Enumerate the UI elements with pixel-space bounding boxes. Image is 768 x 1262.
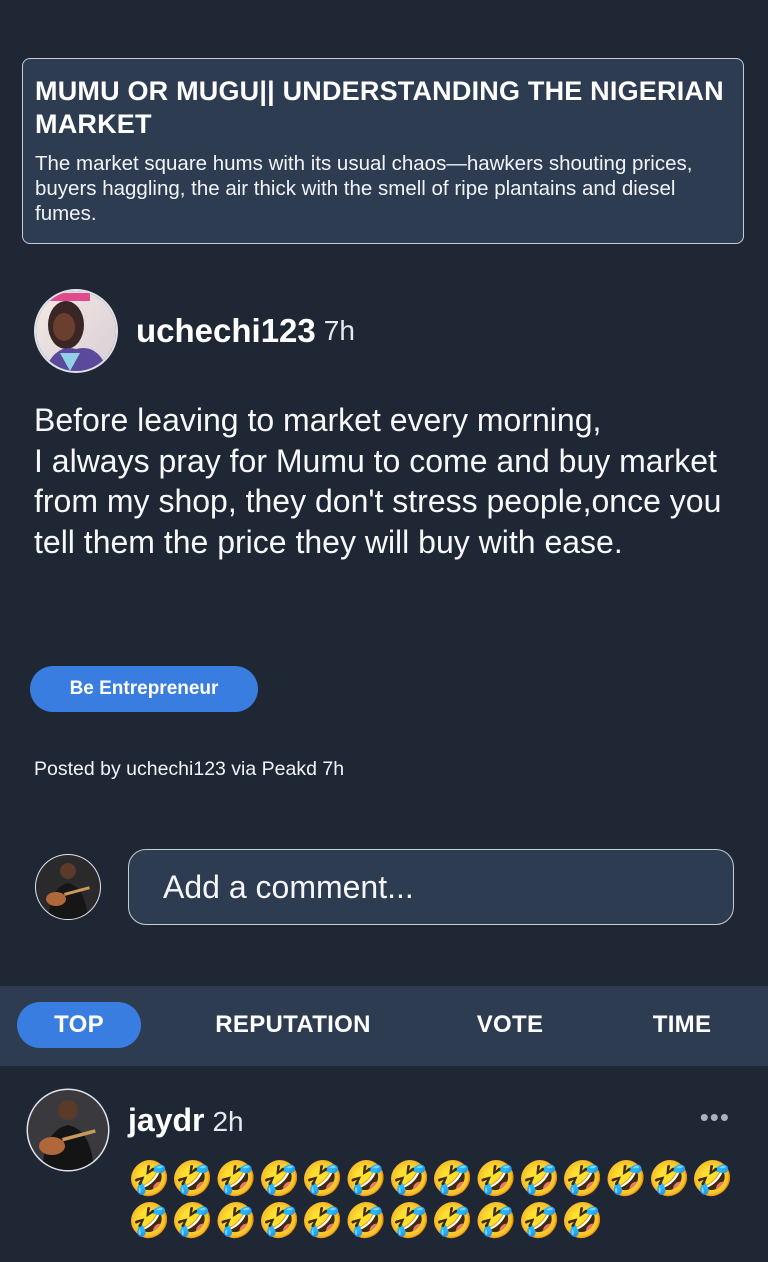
sort-tab-top[interactable]: TOP [17, 1002, 141, 1048]
comment-input-placeholder: Add a comment... [163, 868, 414, 905]
comment-input[interactable]: Add a comment... [128, 849, 734, 925]
posted-by-text: Posted by uchechi123 via Peakd 7h [34, 758, 345, 780]
sort-tab-vote[interactable]: VOTE [450, 1002, 570, 1048]
current-user-avatar [34, 853, 102, 921]
post-summary-card[interactable]: MUMU OR MUGU|| UNDERSTANDING THE NIGERIA… [22, 58, 744, 244]
comment-author-avatar[interactable] [26, 1088, 110, 1172]
post-body: Before leaving to market every morning, … [34, 400, 734, 562]
author-row: uchechi123 7h [34, 288, 355, 374]
community-tag-button[interactable]: Be Entrepreneur [30, 666, 258, 712]
more-options-icon[interactable]: ••• [700, 1102, 730, 1133]
current-user-avatar-image [35, 854, 101, 920]
comment-header: jaydr 2h [128, 1102, 244, 1139]
author-post-time: 7h [323, 315, 355, 346]
sort-tab-reputation[interactable]: REPUTATION [200, 1002, 386, 1048]
post-body-line: Before leaving to market every morning, [34, 402, 602, 438]
post-excerpt: The market square hums with its usual ch… [35, 152, 693, 225]
comment-author-name[interactable]: jaydr [128, 1102, 204, 1139]
comment-author-avatar-image [26, 1088, 110, 1172]
author-avatar[interactable] [34, 289, 118, 373]
post-title: MUMU OR MUGU|| UNDERSTANDING THE NIGERIA… [35, 76, 724, 139]
post-body-paragraph: I always pray for Mumu to come and buy m… [34, 442, 722, 560]
comment-time: 2h [212, 1106, 244, 1137]
author-avatar-image [36, 291, 116, 371]
comment-text: 🤣🤣🤣🤣🤣🤣🤣🤣🤣🤣🤣🤣🤣🤣🤣🤣🤣🤣🤣🤣🤣🤣🤣🤣🤣 [128, 1159, 735, 1241]
sort-tab-time[interactable]: TIME [622, 1002, 742, 1048]
comment-sort-bar: TOP REPUTATION VOTE TIME [0, 986, 768, 1066]
author-username[interactable]: uchechi123 [136, 312, 316, 350]
